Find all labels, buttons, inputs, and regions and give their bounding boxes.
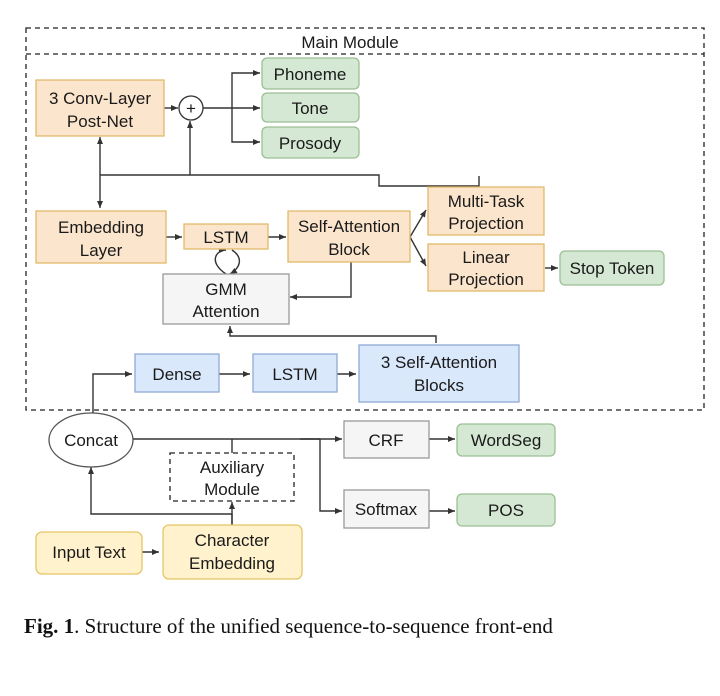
node-prosody: Prosody <box>261 126 360 159</box>
edge-selfattn-gmm <box>290 262 352 300</box>
svg-text:Attention: Attention <box>192 302 259 321</box>
svg-text:CRF: CRF <box>369 431 404 450</box>
svg-text:Auxiliary: Auxiliary <box>200 458 265 477</box>
svg-text:Self-Attention: Self-Attention <box>298 217 400 236</box>
node-linear-projection: Linear Projection <box>427 243 545 292</box>
svg-text:Concat: Concat <box>64 431 118 450</box>
svg-text:Blocks: Blocks <box>414 376 464 395</box>
node-character-embedding: Character Embedding <box>162 524 303 580</box>
edge-plus-prosody <box>231 108 260 145</box>
node-3-self-attention-blocks: 3 Self-Attention Blocks <box>358 344 520 403</box>
edge-gmm-lstm-loop-b <box>229 249 240 275</box>
node-gmm-attention: GMM Attention <box>162 273 290 325</box>
svg-text:Embedding: Embedding <box>58 218 144 237</box>
node-lstm-main: LSTM <box>183 223 269 250</box>
svg-text:3 Self-Attention: 3 Self-Attention <box>381 353 497 372</box>
node-multitask-projection: Multi-Task Projection <box>427 186 545 236</box>
edge-gmm-lstm-loop-a <box>214 247 227 275</box>
edge-sablocks-gmm <box>227 326 437 343</box>
node-concat: Concat <box>48 412 134 468</box>
node-plus: + <box>178 95 204 121</box>
svg-text:WordSeg: WordSeg <box>471 431 542 450</box>
svg-text:Projection: Projection <box>448 270 524 289</box>
node-input-text: Input Text <box>35 531 143 575</box>
svg-text:LSTM: LSTM <box>203 228 248 247</box>
edge-plus-phoneme <box>231 70 260 108</box>
node-embedding-layer: Embedding Layer <box>35 210 167 264</box>
node-softmax: Softmax <box>343 489 430 529</box>
edge-to-softmax <box>319 439 342 514</box>
figure-label: Fig. 1 <box>24 614 75 638</box>
svg-text:+: + <box>186 99 196 118</box>
svg-text:Character: Character <box>195 531 270 550</box>
svg-text:Softmax: Softmax <box>355 500 418 519</box>
edge-bus-horizontal <box>100 174 480 187</box>
svg-text:Input Text: Input Text <box>52 543 126 562</box>
svg-text:Dense: Dense <box>152 365 201 384</box>
svg-text:Module: Module <box>204 480 260 499</box>
main-module-title: Main Module <box>301 33 398 52</box>
svg-text:3 Conv-Layer: 3 Conv-Layer <box>49 89 151 108</box>
svg-text:Phoneme: Phoneme <box>274 65 347 84</box>
node-postnet: 3 Conv-Layer Post-Net <box>35 79 165 137</box>
svg-text:GMM: GMM <box>205 280 247 299</box>
svg-text:Prosody: Prosody <box>279 134 342 153</box>
svg-text:Projection: Projection <box>448 214 524 233</box>
node-crf: CRF <box>343 420 430 459</box>
svg-text:Tone: Tone <box>292 99 329 118</box>
svg-text:Embedding: Embedding <box>189 554 275 573</box>
node-pos: POS <box>456 493 556 527</box>
svg-text:LSTM: LSTM <box>272 365 317 384</box>
node-stop-token: Stop Token <box>559 250 665 286</box>
svg-text:POS: POS <box>488 501 524 520</box>
edge-selfattn-multitask <box>409 209 427 238</box>
node-auxiliary-module: Auxiliary Module <box>169 452 295 502</box>
svg-text:Post-Net: Post-Net <box>67 112 133 131</box>
svg-text:Block: Block <box>328 240 370 259</box>
svg-text:Linear: Linear <box>462 248 510 267</box>
node-tone: Tone <box>261 92 360 123</box>
node-lstm-encoder: LSTM <box>252 353 338 393</box>
figure-caption: Fig. 1. Structure of the unified sequenc… <box>24 612 694 641</box>
svg-text:Stop Token: Stop Token <box>570 259 655 278</box>
edge-selfattn-linear <box>409 236 427 267</box>
svg-text:Layer: Layer <box>80 241 123 260</box>
node-phoneme: Phoneme <box>261 57 360 90</box>
svg-text:Multi-Task: Multi-Task <box>448 192 525 211</box>
node-self-attention-block: Self-Attention Block <box>287 210 411 263</box>
node-dense: Dense <box>134 353 220 393</box>
caption-text: . Structure of the unified sequence-to-s… <box>74 614 553 638</box>
node-wordseg: WordSeg <box>456 423 556 457</box>
frontend-architecture-diagram: Main Module 3 Conv-Layer Post-Net + Phon… <box>25 27 705 580</box>
